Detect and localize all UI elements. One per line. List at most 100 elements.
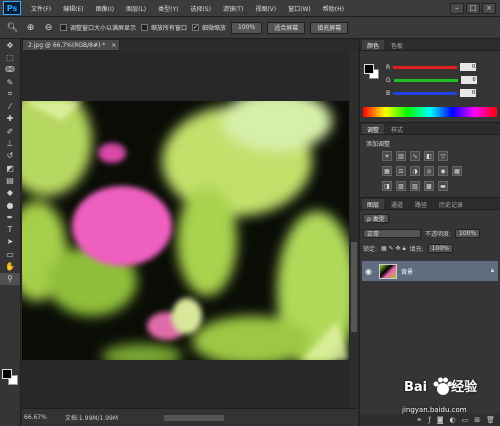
eraser-tool-icon[interactable]: ◩ bbox=[0, 162, 20, 174]
blue-value[interactable]: 0 bbox=[460, 89, 477, 97]
opacity-input[interactable]: 100% bbox=[455, 229, 481, 238]
channel-mixer-icon[interactable]: ◉ bbox=[438, 166, 448, 176]
scrollbar-thumb[interactable] bbox=[351, 242, 357, 332]
dodge-tool-icon[interactable]: ● bbox=[0, 199, 20, 211]
document-image[interactable] bbox=[22, 101, 349, 360]
type-tool-icon[interactable]: T bbox=[0, 223, 20, 235]
document-tab[interactable]: 2.jpg @ 66.7%(RGB/8#) * × bbox=[22, 39, 120, 51]
black-white-icon[interactable]: ◑ bbox=[410, 166, 420, 176]
selective-color-icon[interactable]: ▩ bbox=[424, 181, 434, 191]
hand-tool-icon[interactable]: ✋ bbox=[0, 260, 20, 272]
color-balance-icon[interactable]: ⚖ bbox=[396, 166, 406, 176]
menu-select[interactable]: 选择(S) bbox=[184, 4, 217, 13]
curves-icon[interactable]: ∿ bbox=[410, 151, 420, 161]
brightness-icon[interactable]: ☀ bbox=[382, 151, 392, 161]
menu-edit[interactable]: 编辑(E) bbox=[57, 4, 89, 13]
menu-bar: Ps 文件(F) 编辑(E) 图像(I) 图层(L) 类型(Y) 选择(S) 滤… bbox=[0, 0, 500, 17]
baidu-suffix: 经验 bbox=[451, 380, 478, 395]
foreground-color-swatch[interactable] bbox=[2, 369, 12, 379]
menu-image[interactable]: 图像(I) bbox=[90, 4, 120, 13]
close-tab-icon[interactable]: × bbox=[111, 42, 116, 49]
shape-tool-icon[interactable]: ▭ bbox=[0, 248, 20, 260]
brush-tool-icon[interactable]: ✐ bbox=[0, 125, 20, 137]
menu-view[interactable]: 视图(V) bbox=[249, 4, 282, 13]
vertical-scrollbar[interactable] bbox=[350, 52, 358, 408]
tab-adjustments[interactable]: 调整 bbox=[362, 124, 385, 134]
opacity-label: 不透明度: bbox=[425, 231, 452, 238]
lasso-tool-icon[interactable]: ↂ bbox=[0, 64, 20, 76]
window-controls: – □ × bbox=[450, 2, 500, 14]
tab-color[interactable]: 颜色 bbox=[362, 40, 385, 50]
hue-saturation-icon[interactable]: ▦ bbox=[382, 166, 392, 176]
fit-screen-button[interactable]: 适合屏幕 bbox=[267, 21, 306, 34]
blur-tool-icon[interactable]: ◆ bbox=[0, 187, 20, 199]
menu-filter[interactable]: 滤镜(T) bbox=[217, 4, 249, 13]
invert-icon[interactable]: ◨ bbox=[382, 181, 392, 191]
green-value[interactable]: 0 bbox=[460, 76, 477, 84]
lock-icons[interactable]: ▦ ✎ ✥ 🔒︎ bbox=[381, 245, 406, 253]
threshold-icon[interactable]: ▨ bbox=[410, 181, 420, 191]
zoom-tool-icon[interactable]: ⚲ bbox=[0, 272, 20, 285]
checkbox-box bbox=[141, 24, 149, 31]
scrubby-zoom-checkbox[interactable]: ✓ 细微缩放 bbox=[192, 23, 226, 32]
eyedropper-tool-icon[interactable]: ⁄ bbox=[0, 100, 20, 112]
status-bar: 66.67% 文档:1.99M/1.99M bbox=[22, 408, 358, 426]
fill-input[interactable]: 100% bbox=[427, 244, 453, 253]
resize-windows-checkbox[interactable]: 调整窗口大小以满屏显示 bbox=[60, 23, 136, 32]
maximize-button[interactable]: □ bbox=[466, 2, 480, 14]
tab-styles[interactable]: 样式 bbox=[386, 124, 408, 134]
zoom-tool-icon[interactable]: 🔍︎ bbox=[6, 21, 19, 34]
layer-kind-filter[interactable]: ρ 类型 bbox=[363, 214, 389, 223]
gradient-map-icon[interactable]: ▬ bbox=[438, 181, 448, 191]
foreground-color-chip[interactable] bbox=[364, 64, 374, 74]
zoom-in-icon[interactable]: ⊕ bbox=[24, 21, 37, 34]
clone-stamp-tool-icon[interactable]: ⊥ bbox=[0, 137, 20, 149]
zoom-all-label: 缩放所有窗口 bbox=[151, 25, 188, 32]
marquee-tool-icon[interactable]: ⬚ bbox=[0, 51, 20, 63]
menu-help[interactable]: 帮助(H) bbox=[317, 4, 350, 13]
posterize-icon[interactable]: ▧ bbox=[396, 181, 406, 191]
red-slider[interactable] bbox=[393, 65, 458, 69]
eye-icon[interactable]: ◉ bbox=[365, 267, 375, 276]
move-tool-icon[interactable]: ✥ bbox=[0, 39, 20, 51]
tab-paths[interactable]: 路径 bbox=[410, 199, 432, 209]
horizontal-scrollbar-thumb[interactable] bbox=[164, 414, 225, 421]
history-brush-tool-icon[interactable]: ↺ bbox=[0, 150, 20, 162]
tab-swatches[interactable]: 色板 bbox=[386, 40, 408, 50]
menu-type[interactable]: 类型(Y) bbox=[152, 4, 184, 13]
menu-file[interactable]: 文件(F) bbox=[25, 4, 57, 13]
zoom-out-icon[interactable]: ⊖ bbox=[42, 21, 55, 34]
resize-windows-label: 调整窗口大小以满屏显示 bbox=[70, 25, 137, 32]
minimize-button[interactable]: – bbox=[450, 2, 464, 14]
blend-mode-select[interactable]: 正常 bbox=[363, 229, 421, 238]
blue-slider[interactable] bbox=[393, 91, 458, 95]
zoom-100-button[interactable]: 100% bbox=[231, 21, 263, 34]
crop-tool-icon[interactable]: ⌗ bbox=[0, 88, 20, 100]
fill-screen-button[interactable]: 填充屏幕 bbox=[310, 21, 349, 34]
zoom-level[interactable]: 66.67% bbox=[24, 414, 47, 421]
options-bar: 🔍︎ ⊕ ⊖ 调整窗口大小以满屏显示 缩放所有窗口 ✓ 细微缩放 100% 适合屏… bbox=[0, 17, 500, 39]
red-value[interactable]: 0 bbox=[460, 63, 477, 71]
tab-history[interactable]: 历史记录 bbox=[434, 199, 468, 209]
zoom-all-checkbox[interactable]: 缩放所有窗口 bbox=[141, 23, 187, 32]
photo-filter-icon[interactable]: ◎ bbox=[424, 166, 434, 176]
path-select-tool-icon[interactable]: ➤ bbox=[0, 236, 20, 248]
vibrance-icon[interactable]: ▽ bbox=[438, 151, 448, 161]
pen-tool-icon[interactable]: ✒ bbox=[0, 211, 20, 223]
healing-brush-tool-icon[interactable]: ✚ bbox=[0, 113, 20, 125]
color-lookup-icon[interactable]: ▦ bbox=[452, 166, 462, 176]
quick-select-tool-icon[interactable]: ✎ bbox=[0, 76, 20, 88]
green-slider[interactable] bbox=[393, 78, 458, 82]
menu-window[interactable]: 窗口(W) bbox=[282, 4, 317, 13]
tab-channels[interactable]: 通道 bbox=[386, 199, 408, 209]
exposure-icon[interactable]: ◧ bbox=[424, 151, 434, 161]
tab-layers[interactable]: 图层 bbox=[362, 199, 385, 209]
layer-row-background[interactable]: ◉ 背景 🔒︎ bbox=[362, 261, 498, 281]
color-spectrum-bar[interactable] bbox=[363, 107, 497, 117]
canvas-area[interactable] bbox=[22, 52, 358, 408]
menu-layer[interactable]: 图层(L) bbox=[120, 4, 152, 13]
close-button[interactable]: × bbox=[482, 2, 496, 14]
levels-icon[interactable]: ▥ bbox=[396, 151, 406, 161]
gradient-tool-icon[interactable]: ▤ bbox=[0, 174, 20, 186]
document-size: 文档:1.99M/1.99M bbox=[64, 415, 119, 422]
